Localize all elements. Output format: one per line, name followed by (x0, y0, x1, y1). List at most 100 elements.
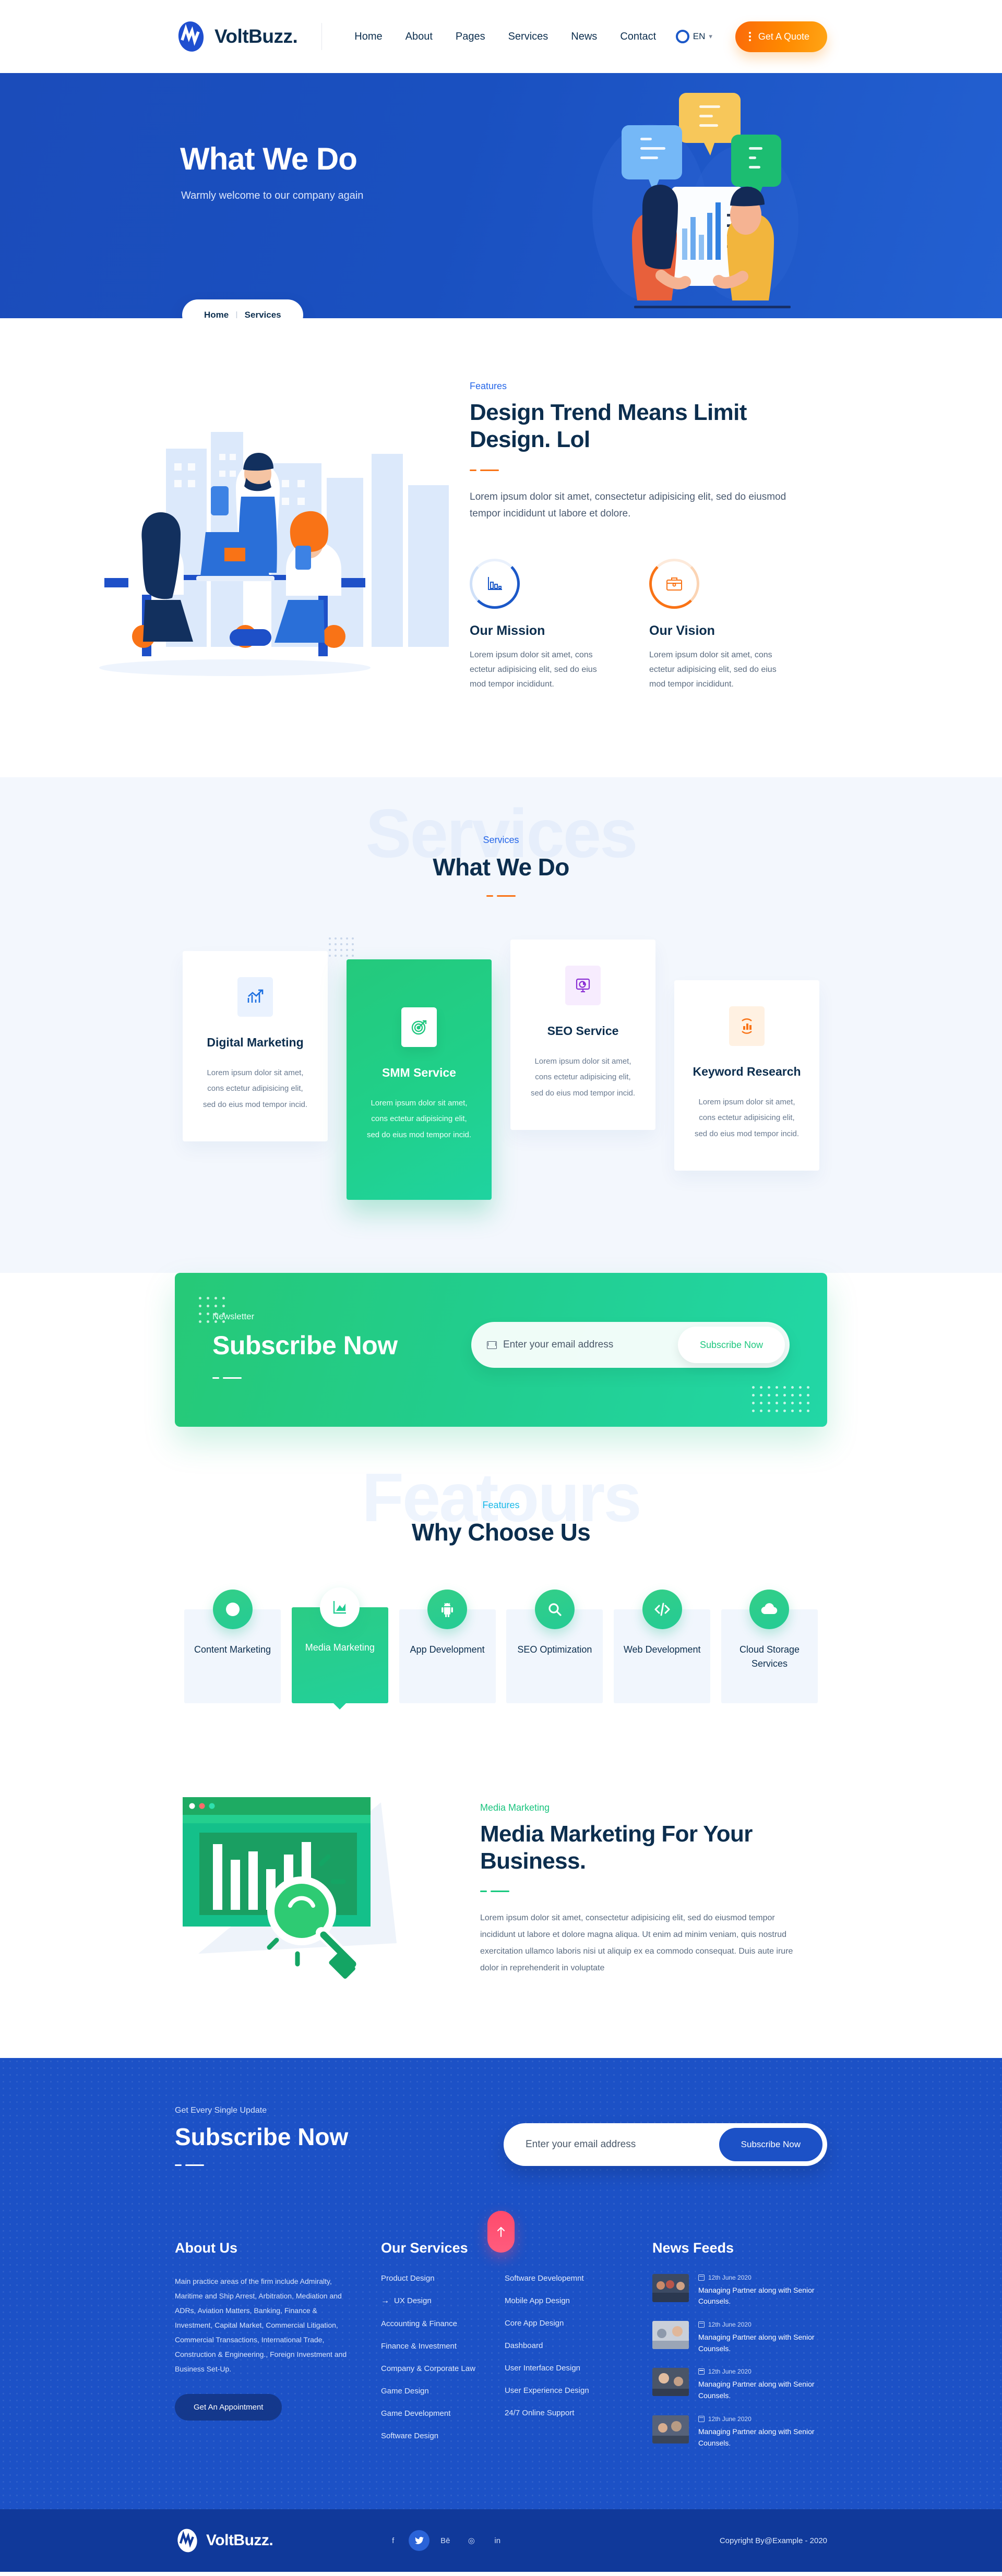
why-card-content-marketing[interactable]: Content Marketing (184, 1589, 281, 1703)
newsletter-card: Newsletter Subscribe Now Subscribe Now (175, 1272, 827, 1427)
footer-service-link[interactable]: Game Design (381, 2387, 475, 2396)
footer-service-link[interactable]: 24/7 Online Support (505, 2409, 589, 2417)
footer-service-link[interactable]: Software Developemnt (505, 2274, 589, 2283)
news-feed-item[interactable]: 12th June 2020 Managing Partner along wi… (652, 2368, 827, 2401)
footer-email-input[interactable] (526, 2139, 719, 2151)
why-label: Media Marketing (305, 1642, 375, 1653)
features-lead: Lorem ipsum dolor sit amet, consectetur … (470, 491, 786, 520)
footer-service-link-ux-design[interactable]: → UX Design (381, 2296, 475, 2306)
footer-service-link[interactable]: User Interface Design (505, 2364, 589, 2373)
footer-about-column: About Us Main practice areas of the firm… (175, 2240, 381, 2463)
footer-service-link[interactable]: Finance & Investment (381, 2342, 475, 2351)
why-card-seo-optimization[interactable]: SEO Optimization (506, 1589, 603, 1703)
footer-subscribe-form: Subscribe Now (504, 2123, 827, 2166)
footer-subscribe-block: Get Every Single Update Subscribe Now Su… (0, 2058, 1002, 2224)
language-label: EN (693, 31, 706, 41)
twitter-icon[interactable] (409, 2530, 430, 2551)
media-marketing-illustration (167, 1787, 459, 1995)
service-card-smm-service[interactable]: SMM Service Lorem ipsum dolor sit amet, … (347, 959, 492, 1200)
media-marketing-text: Lorem ipsum dolor sit amet, consectetur … (480, 1913, 793, 1973)
news-feed-item[interactable]: 12th June 2020 Managing Partner along wi… (652, 2273, 827, 2307)
breadcrumb-home[interactable]: Home (204, 310, 229, 318)
dots-decoration (199, 1296, 225, 1323)
footer-services-col-2: Software Developemnt Mobile App Design C… (505, 2274, 589, 2440)
service-text: Lorem ipsum dolor sit amet, cons ectetur… (530, 1056, 636, 1098)
get-a-quote-label: Get A Quote (758, 31, 809, 42)
news-feed-item[interactable]: 12th June 2020 Managing Partner along wi… (652, 2415, 827, 2449)
service-title: SMM Service (382, 1065, 456, 1079)
nav-item-services[interactable]: Services (508, 31, 548, 43)
services-eyebrow: Services (483, 835, 519, 845)
service-title: Digital Marketing (207, 1035, 304, 1049)
nav-item-about[interactable]: About (405, 31, 433, 43)
dribbble-icon[interactable]: ◎ (461, 2530, 482, 2551)
newsletter-email-input[interactable] (503, 1339, 678, 1351)
footer-service-link[interactable]: Accounting & Finance (381, 2319, 475, 2328)
brand-logo[interactable]: VoltBuzz. (175, 20, 321, 53)
newsletter-subscribe-button[interactable]: Subscribe Now (677, 1327, 785, 1364)
linkedin-icon[interactable]: in (487, 2530, 508, 2551)
footer-service-link[interactable]: Mobile App Design (505, 2296, 589, 2305)
why-card-media-marketing[interactable]: Media Marketing (291, 1587, 388, 1703)
footer-service-link[interactable]: User Experience Design (505, 2386, 589, 2395)
footer-service-link[interactable]: Game Development (381, 2409, 475, 2418)
brand-name: VoltBuzz. (214, 26, 298, 47)
nav-item-home[interactable]: Home (354, 31, 382, 43)
nav-item-contact[interactable]: Contact (620, 31, 656, 43)
footer-services-col-1: Product Design → UX Design Accounting & … (381, 2274, 475, 2440)
footer-subscribe-button[interactable]: Subscribe Now (719, 2128, 822, 2162)
footer-service-link[interactable]: Company & Corporate Law (381, 2364, 475, 2373)
footer-service-link[interactable]: Core App Design (505, 2319, 589, 2328)
language-selector[interactable]: EN ▾ (675, 30, 712, 43)
calendar-icon (698, 2415, 705, 2422)
code-brackets-icon (642, 1589, 682, 1629)
voltbuzz-wave-logo-icon (175, 20, 207, 53)
nav-item-news[interactable]: News (571, 31, 597, 43)
target-dart-icon (401, 1007, 437, 1047)
footer-services-column: Our Services Product Design → UX Design … (381, 2240, 652, 2463)
why-card-cloud-storage[interactable]: Cloud Storage Services (721, 1589, 818, 1703)
news-feed-item[interactable]: 12th June 2020 Managing Partner along wi… (652, 2321, 827, 2354)
service-card-digital-marketing[interactable]: Digital Marketing Lorem ipsum dolor sit … (183, 950, 328, 1141)
footer-service-link[interactable]: Product Design (381, 2274, 475, 2283)
get-a-quote-button[interactable]: Get A Quote (735, 21, 827, 52)
newsletter-title: Subscribe Now (212, 1330, 398, 1360)
header-divider (321, 23, 323, 50)
news-date: 12th June 2020 (708, 2368, 752, 2376)
why-title: Why Choose Us (411, 1518, 591, 1546)
media-marketing-section: Media Marketing Media Marketing For Your… (0, 1765, 1002, 2058)
news-thumbnail (652, 2321, 689, 2350)
footer-brand-logo[interactable]: VoltBuzz. (175, 2528, 273, 2553)
footer-subscribe-eyebrow: Get Every Single Update (175, 2105, 267, 2115)
news-title: Managing Partner along with Senior Couns… (698, 2380, 815, 2400)
dots-decoration (752, 1386, 809, 1412)
footer-service-link[interactable]: Dashboard (505, 2341, 589, 2350)
why-card-app-development[interactable]: App Development (399, 1589, 496, 1703)
vision-text: Lorem ipsum dolor sit amet, cons ectetur… (649, 651, 777, 689)
android-icon (427, 1589, 468, 1629)
service-card-keyword-research[interactable]: Keyword Research Lorem ipsum dolor sit a… (674, 980, 819, 1171)
service-title: Keyword Research (693, 1064, 801, 1078)
why-card-web-development[interactable]: Web Development (614, 1589, 711, 1703)
arrow-right-icon: → (381, 2296, 389, 2305)
features-illustration (0, 376, 470, 699)
vision-title: Our Vision (649, 623, 715, 639)
area-chart-icon (320, 1587, 360, 1627)
footer-services-heading: Our Services (381, 2240, 468, 2256)
site-header: VoltBuzz. Home About Pages Services News… (0, 0, 1002, 73)
footer-about-text: Main practice areas of the firm include … (175, 2277, 347, 2373)
behance-icon[interactable]: Bē (435, 2530, 456, 2551)
title-underline (175, 895, 827, 897)
why-label: App Development (410, 1644, 485, 1655)
news-title: Managing Partner along with Senior Couns… (698, 2333, 815, 2353)
nav-item-pages[interactable]: Pages (456, 31, 485, 43)
facebook-icon[interactable]: f (383, 2530, 403, 2551)
media-marketing-title: Media Marketing For Your Business. (480, 1821, 753, 1874)
calendar-icon (698, 2274, 705, 2281)
news-thumbnail (652, 2273, 689, 2302)
globe-icon (675, 30, 689, 43)
footer-service-link[interactable]: Software Design (381, 2431, 475, 2440)
service-card-seo-service[interactable]: SEO Service Lorem ipsum dolor sit amet, … (510, 939, 655, 1130)
get-an-appointment-button[interactable]: Get An Appointment (175, 2393, 282, 2421)
scroll-to-top-button[interactable] (487, 2210, 515, 2253)
